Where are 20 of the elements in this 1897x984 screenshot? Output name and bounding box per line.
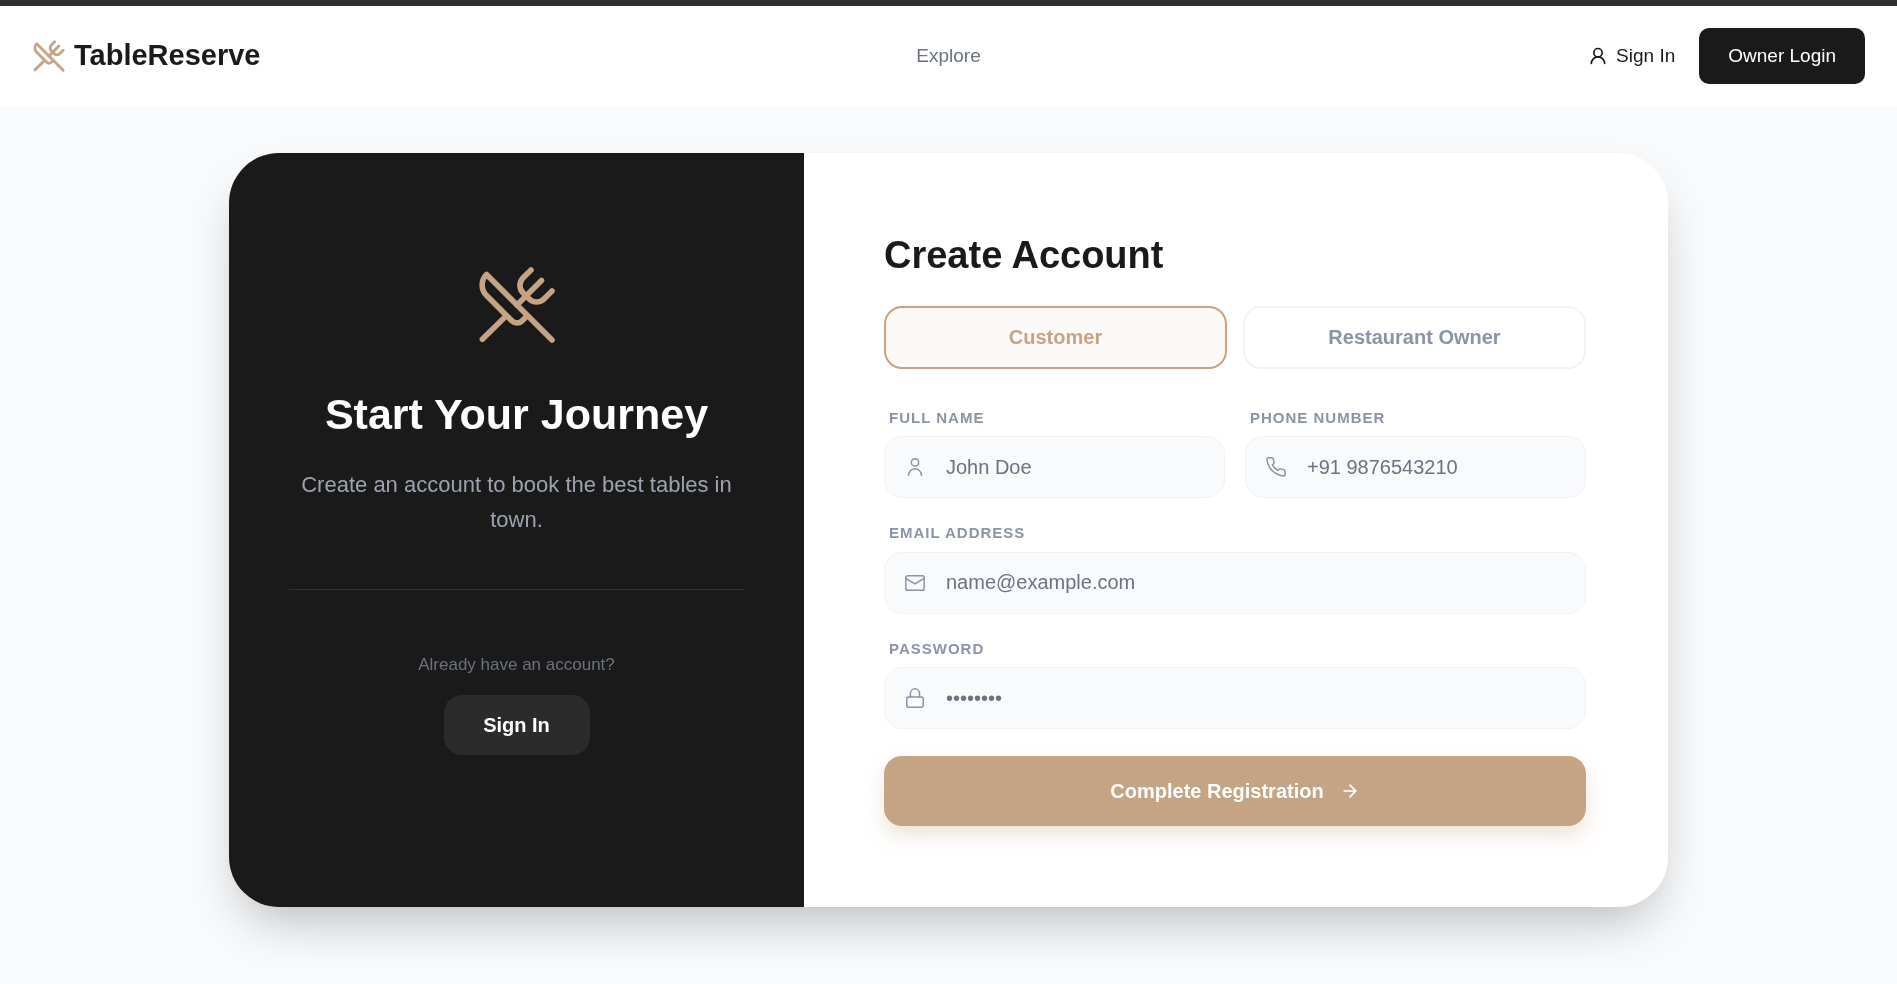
- sign-in-link[interactable]: Sign In: [1588, 41, 1676, 71]
- input-field[interactable]: ••••••••: [884, 667, 1586, 730]
- brand-name[interactable]: TableReserve: [74, 34, 261, 78]
- input-field[interactable]: +91 9876543210: [1245, 436, 1586, 499]
- nav-link[interactable]: Explore: [916, 41, 981, 71]
- intro-text: Create an account to book the best tables in town.: [300, 470, 733, 534]
- field-label: PASSWORD: [889, 638, 986, 659]
- field-label: EMAIL ADDRESS: [889, 523, 1027, 544]
- field-label: FULL NAME: [889, 407, 986, 428]
- lock-icon: [904, 687, 926, 710]
- sign-in-button[interactable]: Sign In: [443, 695, 590, 756]
- input-field[interactable]: John Doe: [884, 436, 1225, 499]
- logo-icon: [32, 39, 66, 73]
- field-label: PHONE NUMBER: [1250, 407, 1387, 428]
- phone-icon: [1265, 456, 1287, 479]
- owner-login-button[interactable]: Owner Login: [1699, 27, 1865, 85]
- intro-heading: Start Your Journey: [324, 389, 709, 440]
- sign-in-prompt: Already have an account?: [418, 653, 615, 676]
- input-field[interactable]: name@example.com: [884, 551, 1586, 614]
- form-title: Create Account: [884, 233, 1165, 278]
